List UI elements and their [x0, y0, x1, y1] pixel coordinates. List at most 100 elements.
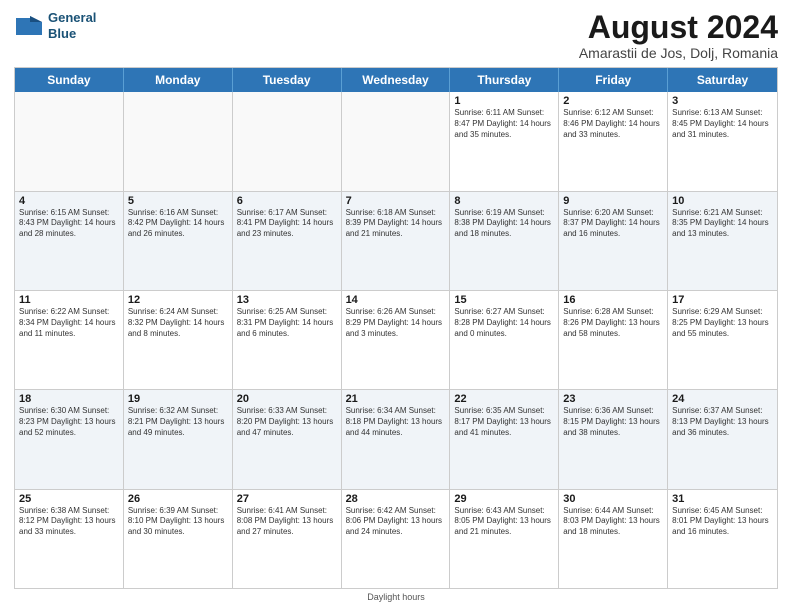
calendar-cell: 29Sunrise: 6:43 AM Sunset: 8:05 PM Dayli… — [450, 490, 559, 588]
day-number: 5 — [128, 195, 228, 207]
day-number: 8 — [454, 195, 554, 207]
cell-info: Sunrise: 6:42 AM Sunset: 8:06 PM Dayligh… — [346, 506, 446, 538]
day-number: 4 — [19, 195, 119, 207]
calendar-cell — [124, 92, 233, 190]
calendar-cell: 26Sunrise: 6:39 AM Sunset: 8:10 PM Dayli… — [124, 490, 233, 588]
day-number: 17 — [672, 294, 773, 306]
calendar: SundayMondayTuesdayWednesdayThursdayFrid… — [14, 67, 778, 589]
day-number: 25 — [19, 493, 119, 505]
logo-line2: Blue — [48, 26, 96, 42]
calendar-cell: 20Sunrise: 6:33 AM Sunset: 8:20 PM Dayli… — [233, 390, 342, 488]
cell-info: Sunrise: 6:36 AM Sunset: 8:15 PM Dayligh… — [563, 406, 663, 438]
day-number: 14 — [346, 294, 446, 306]
cell-info: Sunrise: 6:26 AM Sunset: 8:29 PM Dayligh… — [346, 307, 446, 339]
cell-info: Sunrise: 6:25 AM Sunset: 8:31 PM Dayligh… — [237, 307, 337, 339]
calendar-cell: 31Sunrise: 6:45 AM Sunset: 8:01 PM Dayli… — [668, 490, 777, 588]
logo-line1: General — [48, 10, 96, 26]
cell-info: Sunrise: 6:45 AM Sunset: 8:01 PM Dayligh… — [672, 506, 773, 538]
calendar-body: 1Sunrise: 6:11 AM Sunset: 8:47 PM Daylig… — [15, 92, 777, 588]
calendar-cell: 4Sunrise: 6:15 AM Sunset: 8:43 PM Daylig… — [15, 192, 124, 290]
calendar-cell: 30Sunrise: 6:44 AM Sunset: 8:03 PM Dayli… — [559, 490, 668, 588]
cell-info: Sunrise: 6:39 AM Sunset: 8:10 PM Dayligh… — [128, 506, 228, 538]
calendar-cell: 19Sunrise: 6:32 AM Sunset: 8:21 PM Dayli… — [124, 390, 233, 488]
header: General Blue August 2024 Amarastii de Jo… — [14, 10, 778, 61]
day-number: 20 — [237, 393, 337, 405]
day-number: 13 — [237, 294, 337, 306]
day-number: 29 — [454, 493, 554, 505]
day-number: 26 — [128, 493, 228, 505]
calendar-cell: 18Sunrise: 6:30 AM Sunset: 8:23 PM Dayli… — [15, 390, 124, 488]
calendar-cell: 15Sunrise: 6:27 AM Sunset: 8:28 PM Dayli… — [450, 291, 559, 389]
page: General Blue August 2024 Amarastii de Jo… — [0, 0, 792, 612]
cell-info: Sunrise: 6:18 AM Sunset: 8:39 PM Dayligh… — [346, 208, 446, 240]
calendar-cell: 7Sunrise: 6:18 AM Sunset: 8:39 PM Daylig… — [342, 192, 451, 290]
calendar-cell: 13Sunrise: 6:25 AM Sunset: 8:31 PM Dayli… — [233, 291, 342, 389]
calendar-header-wednesday: Wednesday — [342, 68, 451, 92]
calendar-cell: 21Sunrise: 6:34 AM Sunset: 8:18 PM Dayli… — [342, 390, 451, 488]
cell-info: Sunrise: 6:20 AM Sunset: 8:37 PM Dayligh… — [563, 208, 663, 240]
cell-info: Sunrise: 6:32 AM Sunset: 8:21 PM Dayligh… — [128, 406, 228, 438]
calendar-cell — [342, 92, 451, 190]
calendar-week-1: 1Sunrise: 6:11 AM Sunset: 8:47 PM Daylig… — [15, 92, 777, 191]
calendar-cell: 1Sunrise: 6:11 AM Sunset: 8:47 PM Daylig… — [450, 92, 559, 190]
calendar-week-5: 25Sunrise: 6:38 AM Sunset: 8:12 PM Dayli… — [15, 490, 777, 588]
day-number: 24 — [672, 393, 773, 405]
cell-info: Sunrise: 6:16 AM Sunset: 8:42 PM Dayligh… — [128, 208, 228, 240]
calendar-cell: 14Sunrise: 6:26 AM Sunset: 8:29 PM Dayli… — [342, 291, 451, 389]
cell-info: Sunrise: 6:24 AM Sunset: 8:32 PM Dayligh… — [128, 307, 228, 339]
footer-note: Daylight hours — [14, 592, 778, 602]
day-number: 23 — [563, 393, 663, 405]
cell-info: Sunrise: 6:30 AM Sunset: 8:23 PM Dayligh… — [19, 406, 119, 438]
calendar-week-2: 4Sunrise: 6:15 AM Sunset: 8:43 PM Daylig… — [15, 192, 777, 291]
main-title: August 2024 — [579, 10, 778, 45]
calendar-cell: 8Sunrise: 6:19 AM Sunset: 8:38 PM Daylig… — [450, 192, 559, 290]
calendar-header-sunday: Sunday — [15, 68, 124, 92]
day-number: 27 — [237, 493, 337, 505]
day-number: 19 — [128, 393, 228, 405]
calendar-cell: 11Sunrise: 6:22 AM Sunset: 8:34 PM Dayli… — [15, 291, 124, 389]
calendar-week-4: 18Sunrise: 6:30 AM Sunset: 8:23 PM Dayli… — [15, 390, 777, 489]
calendar-cell: 24Sunrise: 6:37 AM Sunset: 8:13 PM Dayli… — [668, 390, 777, 488]
calendar-cell: 9Sunrise: 6:20 AM Sunset: 8:37 PM Daylig… — [559, 192, 668, 290]
day-number: 28 — [346, 493, 446, 505]
calendar-cell: 3Sunrise: 6:13 AM Sunset: 8:45 PM Daylig… — [668, 92, 777, 190]
calendar-cell: 22Sunrise: 6:35 AM Sunset: 8:17 PM Dayli… — [450, 390, 559, 488]
calendar-header-friday: Friday — [559, 68, 668, 92]
day-number: 22 — [454, 393, 554, 405]
day-number: 15 — [454, 294, 554, 306]
calendar-cell — [15, 92, 124, 190]
calendar-cell — [233, 92, 342, 190]
calendar-cell: 17Sunrise: 6:29 AM Sunset: 8:25 PM Dayli… — [668, 291, 777, 389]
calendar-week-3: 11Sunrise: 6:22 AM Sunset: 8:34 PM Dayli… — [15, 291, 777, 390]
cell-info: Sunrise: 6:29 AM Sunset: 8:25 PM Dayligh… — [672, 307, 773, 339]
calendar-header-thursday: Thursday — [450, 68, 559, 92]
calendar-cell: 10Sunrise: 6:21 AM Sunset: 8:35 PM Dayli… — [668, 192, 777, 290]
day-number: 11 — [19, 294, 119, 306]
day-number: 3 — [672, 95, 773, 107]
calendar-cell: 23Sunrise: 6:36 AM Sunset: 8:15 PM Dayli… — [559, 390, 668, 488]
day-number: 16 — [563, 294, 663, 306]
calendar-header: SundayMondayTuesdayWednesdayThursdayFrid… — [15, 68, 777, 92]
day-number: 12 — [128, 294, 228, 306]
cell-info: Sunrise: 6:11 AM Sunset: 8:47 PM Dayligh… — [454, 108, 554, 140]
logo-text-block: General Blue — [48, 10, 96, 41]
cell-info: Sunrise: 6:21 AM Sunset: 8:35 PM Dayligh… — [672, 208, 773, 240]
logo: General Blue — [14, 10, 96, 41]
day-number: 30 — [563, 493, 663, 505]
cell-info: Sunrise: 6:44 AM Sunset: 8:03 PM Dayligh… — [563, 506, 663, 538]
day-number: 10 — [672, 195, 773, 207]
calendar-header-monday: Monday — [124, 68, 233, 92]
cell-info: Sunrise: 6:17 AM Sunset: 8:41 PM Dayligh… — [237, 208, 337, 240]
calendar-cell: 6Sunrise: 6:17 AM Sunset: 8:41 PM Daylig… — [233, 192, 342, 290]
day-number: 18 — [19, 393, 119, 405]
cell-info: Sunrise: 6:15 AM Sunset: 8:43 PM Dayligh… — [19, 208, 119, 240]
cell-info: Sunrise: 6:34 AM Sunset: 8:18 PM Dayligh… — [346, 406, 446, 438]
day-number: 7 — [346, 195, 446, 207]
cell-info: Sunrise: 6:37 AM Sunset: 8:13 PM Dayligh… — [672, 406, 773, 438]
cell-info: Sunrise: 6:43 AM Sunset: 8:05 PM Dayligh… — [454, 506, 554, 538]
cell-info: Sunrise: 6:13 AM Sunset: 8:45 PM Dayligh… — [672, 108, 773, 140]
calendar-cell: 5Sunrise: 6:16 AM Sunset: 8:42 PM Daylig… — [124, 192, 233, 290]
title-block: August 2024 Amarastii de Jos, Dolj, Roma… — [579, 10, 778, 61]
day-number: 9 — [563, 195, 663, 207]
calendar-cell: 12Sunrise: 6:24 AM Sunset: 8:32 PM Dayli… — [124, 291, 233, 389]
